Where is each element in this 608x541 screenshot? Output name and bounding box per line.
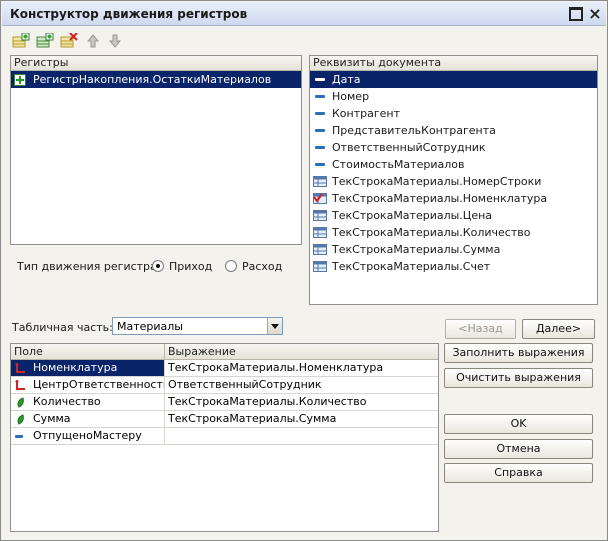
table-row[interactable]: Сумма ТекСтрокаМатериалы.Сумма — [11, 411, 438, 428]
expression-cell[interactable]: ТекСтрокаМатериалы.Сумма — [165, 411, 438, 427]
table-icon — [313, 227, 327, 238]
next-button[interactable]: Далее> — [522, 319, 595, 339]
table-row[interactable]: Количество ТекСтрокаМатериалы.Количество — [11, 394, 438, 411]
attribute-item-label: ТекСтрокаМатериалы.НомерСтроки — [332, 175, 542, 188]
attribute-item-label: Дата — [332, 73, 361, 86]
attribute-dash-icon — [315, 129, 325, 132]
attribute-item-label: ТекСтрокаМатериалы.Цена — [332, 209, 493, 222]
attribute-item[interactable]: ТекСтрокаМатериалы.Количество — [310, 224, 597, 241]
table-checked-icon — [313, 193, 327, 204]
grid-header: Поле Выражение — [11, 344, 438, 360]
attribute-item-label: Номер — [332, 90, 370, 103]
tabular-section-label: Табличная часть: — [12, 321, 113, 334]
ok-button[interactable]: OK — [444, 414, 593, 434]
field-cell[interactable]: ЦентрОтветственности — [11, 377, 165, 393]
attribute-item[interactable]: ТекСтрокаМатериалы.Сумма — [310, 241, 597, 258]
expression-cell[interactable]: ТекСтрокаМатериалы.Количество — [165, 394, 438, 410]
attribute-item-label: ТекСтрокаМатериалы.Номенклатура — [332, 192, 548, 205]
add-registers-icon[interactable] — [35, 31, 55, 51]
tabular-section-value: Материалы — [117, 320, 183, 333]
field-name: Сумма — [33, 412, 71, 425]
chevron-down-icon[interactable] — [267, 318, 282, 334]
field-cell[interactable]: Сумма — [11, 411, 165, 427]
table-row[interactable]: ОтпущеноМастеру — [11, 428, 438, 445]
movement-type-label: Тип движения регистра: — [17, 260, 161, 273]
attribute-item[interactable]: ТекСтрокаМатериалы.Номенклатура — [310, 190, 597, 207]
attribute-item-label: СтоимостьМатериалов — [332, 158, 465, 171]
attribute-dash-icon — [315, 112, 325, 115]
attribute-dash-icon — [315, 163, 325, 166]
document-attributes-panel: Реквизиты документа Дата Номер Контрагент П… — [309, 55, 598, 305]
field-expression-grid: Поле Выражение Номенклатура ТекСтрокаМате… — [10, 343, 439, 532]
back-button[interactable]: <Назад — [445, 319, 516, 339]
attribute-item-label: ТекСтрокаМатериалы.Количество — [332, 226, 531, 239]
column-header-expression[interactable]: Выражение — [165, 344, 236, 359]
attribute-item-label: ТекСтрокаМатериалы.Счет — [332, 260, 491, 273]
attribute-item-label: Контрагент — [332, 107, 401, 120]
attribute-dash-icon — [15, 435, 23, 438]
attribute-item[interactable]: ПредставительКонтрагента — [310, 122, 597, 139]
table-icon — [313, 210, 327, 221]
attribute-item[interactable]: Дата — [310, 71, 597, 88]
expression-cell[interactable]: ОтветственныйСотрудник — [165, 377, 438, 393]
delete-register-icon[interactable] — [59, 31, 79, 51]
dimension-icon — [15, 380, 25, 390]
attribute-dash-icon — [315, 95, 325, 98]
table-icon — [313, 244, 327, 255]
move-down-icon[interactable] — [105, 31, 125, 51]
close-icon[interactable]: × — [587, 6, 603, 22]
registers-header: Регистры — [11, 56, 301, 71]
radio-income-label[interactable]: Приход — [169, 260, 212, 273]
resource-icon — [17, 414, 24, 425]
field-cell[interactable]: Количество — [11, 394, 165, 410]
table-icon — [313, 176, 327, 187]
resource-icon — [17, 397, 24, 408]
cancel-button[interactable]: Отмена — [444, 439, 593, 459]
title-bar: Конструктор движения регистров × — [2, 2, 606, 26]
attribute-item-label: ОтветственныйСотрудник — [332, 141, 486, 154]
attribute-dash-icon — [315, 78, 325, 81]
dimension-icon — [15, 363, 25, 373]
attribute-item-label: ТекСтрокаМатериалы.Сумма — [332, 243, 501, 256]
tabular-section-select[interactable]: Материалы — [112, 317, 283, 335]
register-movement-dialog: Конструктор движения регистров × Регистр… — [0, 0, 608, 541]
clear-expressions-button[interactable]: Очистить выражения — [444, 368, 593, 388]
column-header-field[interactable]: Поле — [11, 344, 165, 359]
expression-cell[interactable] — [165, 428, 438, 444]
maximize-icon[interactable] — [568, 6, 584, 22]
attribute-item[interactable]: ОтветственныйСотрудник — [310, 139, 597, 156]
table-icon — [313, 261, 327, 272]
attribute-item-label: ПредставительКонтрагента — [332, 124, 496, 137]
table-row[interactable]: Номенклатура ТекСтрокаМатериалы.Номенклат… — [11, 360, 438, 377]
register-item-label: РегистрНакопления.ОстаткиМатериалов — [33, 73, 272, 86]
move-up-icon[interactable] — [83, 31, 103, 51]
register-item[interactable]: РегистрНакопления.ОстаткиМатериалов — [11, 71, 301, 88]
help-button[interactable]: Справка — [444, 463, 593, 483]
fill-expressions-button[interactable]: Заполнить выражения — [444, 343, 593, 363]
radio-expense[interactable] — [225, 260, 237, 272]
attribute-item[interactable]: ТекСтрокаМатериалы.Счет — [310, 258, 597, 275]
window-title: Конструктор движения регистров — [10, 7, 248, 21]
field-name: ОтпущеноМастеру — [33, 429, 142, 442]
plus-square-icon — [14, 74, 26, 86]
attribute-item[interactable]: ТекСтрокаМатериалы.НомерСтроки — [310, 173, 597, 190]
field-cell[interactable]: Номенклатура — [11, 360, 165, 376]
attribute-dash-icon — [315, 146, 325, 149]
field-name: Количество — [33, 395, 101, 408]
field-name: ЦентрОтветственности — [33, 378, 165, 391]
registers-panel: Регистры РегистрНакопления.ОстаткиМатери… — [10, 55, 302, 245]
radio-income[interactable] — [152, 260, 164, 272]
expression-cell[interactable]: ТекСтрокаМатериалы.Номенклатура — [165, 360, 438, 376]
add-register-icon[interactable] — [11, 31, 31, 51]
table-row[interactable]: ЦентрОтветственности ОтветственныйСотрудн… — [11, 377, 438, 394]
attribute-item[interactable]: СтоимостьМатериалов — [310, 156, 597, 173]
radio-expense-label[interactable]: Расход — [242, 260, 282, 273]
field-name: Номенклатура — [33, 361, 118, 374]
attribute-item[interactable]: Номер — [310, 88, 597, 105]
attributes-header: Реквизиты документа — [310, 56, 597, 71]
attribute-item[interactable]: Контрагент — [310, 105, 597, 122]
attribute-item[interactable]: ТекСтрокаМатериалы.Цена — [310, 207, 597, 224]
field-cell[interactable]: ОтпущеноМастеру — [11, 428, 165, 444]
